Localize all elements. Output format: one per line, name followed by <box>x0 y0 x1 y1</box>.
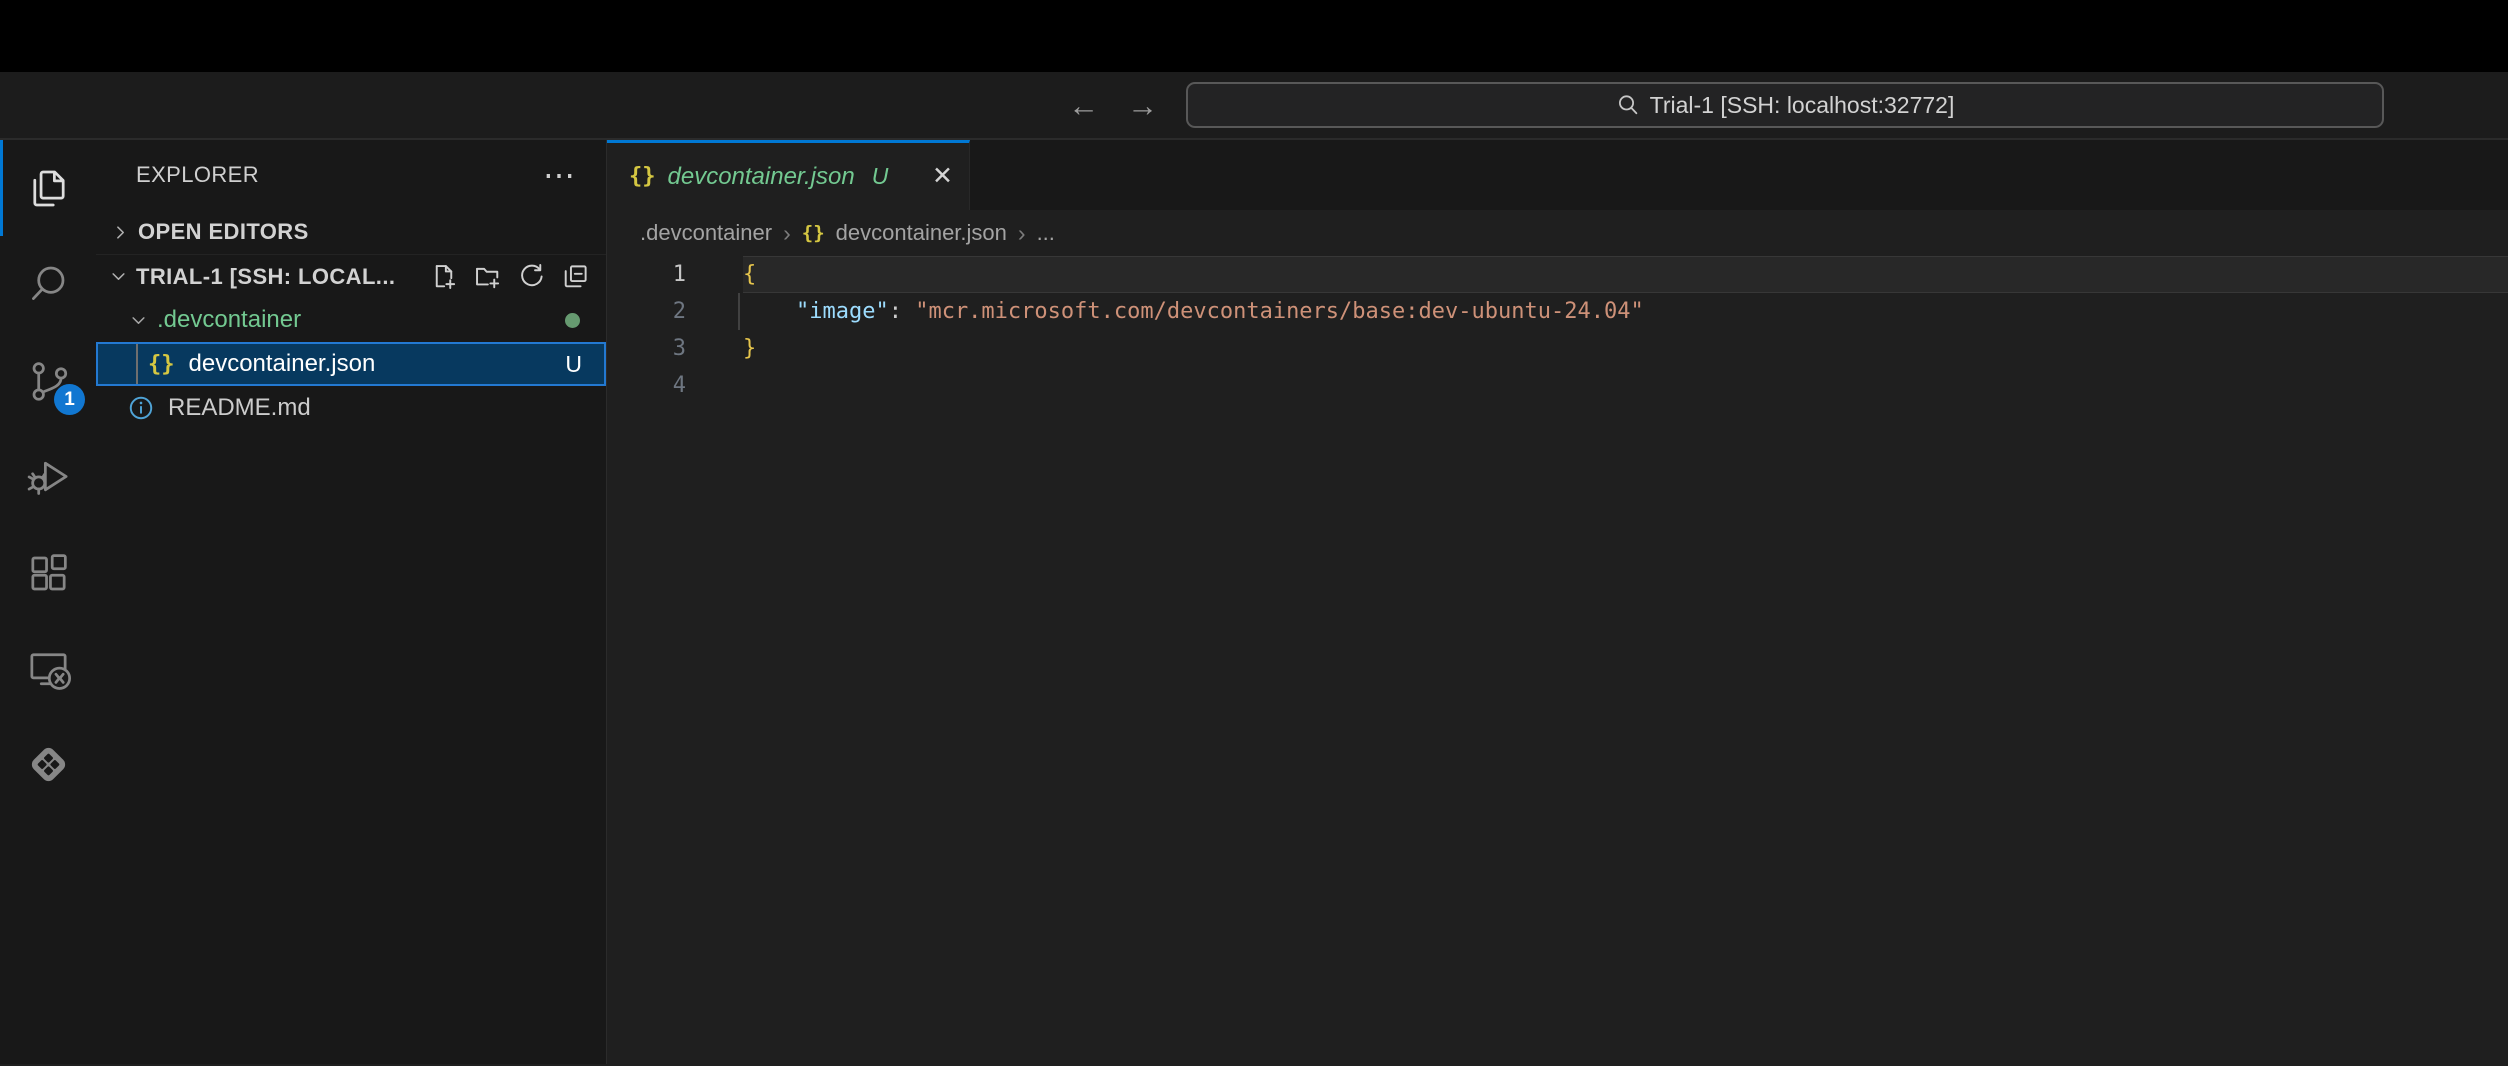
chevron-down-icon <box>126 308 150 332</box>
code-token: } <box>743 336 756 361</box>
breadcrumb-separator-icon: › <box>783 220 791 247</box>
code-token: "mcr.microsoft.com/devcontainers/base:de… <box>915 299 1643 324</box>
breadcrumb-file[interactable]: devcontainer.json <box>836 220 1007 246</box>
new-file-icon[interactable] <box>430 263 457 290</box>
info-icon <box>128 395 154 421</box>
file-name: devcontainer.json <box>189 350 376 378</box>
breadcrumb-separator-icon: › <box>1018 220 1026 247</box>
code-editor[interactable]: 1{2 "image": "mcr.microsoft.com/devconta… <box>607 256 2508 1064</box>
explorer-sidebar: EXPLORER ⋯ OPEN EDITORS TRIAL-1 [SSH: LO… <box>96 140 607 1064</box>
code-line-content[interactable]: "image": "mcr.microsoft.com/devcontainer… <box>743 293 2508 330</box>
tab-label: devcontainer.json <box>668 163 855 191</box>
sidebar-title: EXPLORER <box>136 162 259 188</box>
activity-bar-item-extension-diamond[interactable] <box>0 716 96 812</box>
source-control-badge: 1 <box>54 384 85 415</box>
file-name: README.md <box>168 394 311 422</box>
tab-git-badge: U <box>872 163 889 190</box>
git-untracked-badge: U <box>565 351 582 378</box>
code-line-content[interactable]: { <box>743 256 2508 293</box>
forward-arrow-icon[interactable]: → <box>1127 90 1158 121</box>
tab-bar: {} devcontainer.json U ✕ <box>607 140 2508 210</box>
tree-item-readme[interactable]: README.md <box>96 386 606 430</box>
back-arrow-icon[interactable]: ← <box>1068 90 1099 121</box>
run-debug-icon <box>25 453 72 500</box>
folder-name: .devcontainer <box>157 306 301 334</box>
search-icon <box>25 261 72 308</box>
code-line[interactable]: 1{ <box>607 256 2508 293</box>
activity-bar-item-explorer[interactable] <box>0 140 96 236</box>
code-token: : <box>889 299 916 324</box>
new-folder-icon[interactable] <box>474 263 501 290</box>
activity-bar-item-run-debug[interactable] <box>0 428 96 524</box>
activity-bar-item-extensions[interactable] <box>0 524 96 620</box>
tab-devcontainer-json[interactable]: {} devcontainer.json U ✕ <box>607 140 970 210</box>
workspace-section-header[interactable]: TRIAL-1 [SSH: LOCAL... <box>96 254 606 298</box>
code-token <box>743 299 796 324</box>
open-editors-label: OPEN EDITORS <box>138 219 309 245</box>
sidebar-header: EXPLORER ⋯ <box>96 140 606 210</box>
window-title: Trial-1 [SSH: localhost:32772] <box>1650 92 1955 119</box>
code-line-content[interactable]: } <box>743 330 2508 367</box>
command-center-search[interactable]: Trial-1 [SSH: localhost:32772] <box>1186 82 2384 128</box>
json-file-icon: {} <box>802 222 825 244</box>
open-editors-section[interactable]: OPEN EDITORS <box>96 210 606 254</box>
breadcrumb: .devcontainer › {} devcontainer.json › .… <box>607 210 2508 256</box>
activity-bar-item-remote-explorer[interactable] <box>0 620 96 716</box>
tree-item-devcontainer-folder[interactable]: .devcontainer <box>96 298 606 342</box>
editor-area: {} devcontainer.json U ✕ .devcontainer ›… <box>607 140 2508 1064</box>
activity-bar-item-search[interactable] <box>0 236 96 332</box>
line-number: 1 <box>607 256 686 293</box>
code-token: "image" <box>796 299 889 324</box>
collapse-all-icon[interactable] <box>562 263 589 290</box>
line-number: 4 <box>607 367 686 404</box>
extensions-icon <box>25 549 72 596</box>
tab-close-icon[interactable]: ✕ <box>932 164 953 189</box>
workbench: 1 <box>0 140 2508 1064</box>
code-line-content[interactable] <box>743 367 2508 404</box>
json-file-icon: {} <box>148 352 175 377</box>
line-number: 3 <box>607 330 686 367</box>
code-line[interactable]: 3} <box>607 330 2508 367</box>
breadcrumb-folder[interactable]: .devcontainer <box>640 220 772 246</box>
remote-explorer-icon <box>25 645 72 692</box>
code-line[interactable]: 2 "image": "mcr.microsoft.com/devcontain… <box>607 293 2508 330</box>
chevron-down-icon <box>106 265 130 289</box>
tree-item-devcontainer-json[interactable]: {} devcontainer.json U <box>96 342 606 386</box>
files-icon <box>25 165 72 212</box>
refresh-icon[interactable] <box>518 263 545 290</box>
more-actions-icon[interactable]: ⋯ <box>543 159 576 191</box>
code-line[interactable]: 4 <box>607 367 2508 404</box>
code-lines: 1{2 "image": "mcr.microsoft.com/devconta… <box>607 256 2508 404</box>
tree-indent-guide <box>136 344 138 384</box>
line-number: 2 <box>607 293 686 330</box>
activity-bar-item-source-control[interactable]: 1 <box>0 332 96 428</box>
search-icon <box>1616 93 1640 117</box>
chevron-right-icon <box>108 220 132 244</box>
untracked-dot-badge <box>565 313 580 328</box>
top-black-strip <box>0 0 2508 72</box>
json-file-icon: {} <box>629 164 656 189</box>
code-token: { <box>743 262 756 287</box>
activity-bar: 1 <box>0 140 96 1064</box>
diamond-extension-icon <box>25 741 72 788</box>
workspace-section-label: TRIAL-1 [SSH: LOCAL... <box>136 264 395 290</box>
breadcrumb-symbol-tail[interactable]: ... <box>1037 220 1055 246</box>
title-bar: ← → Trial-1 [SSH: localhost:32772] <box>0 72 2508 140</box>
